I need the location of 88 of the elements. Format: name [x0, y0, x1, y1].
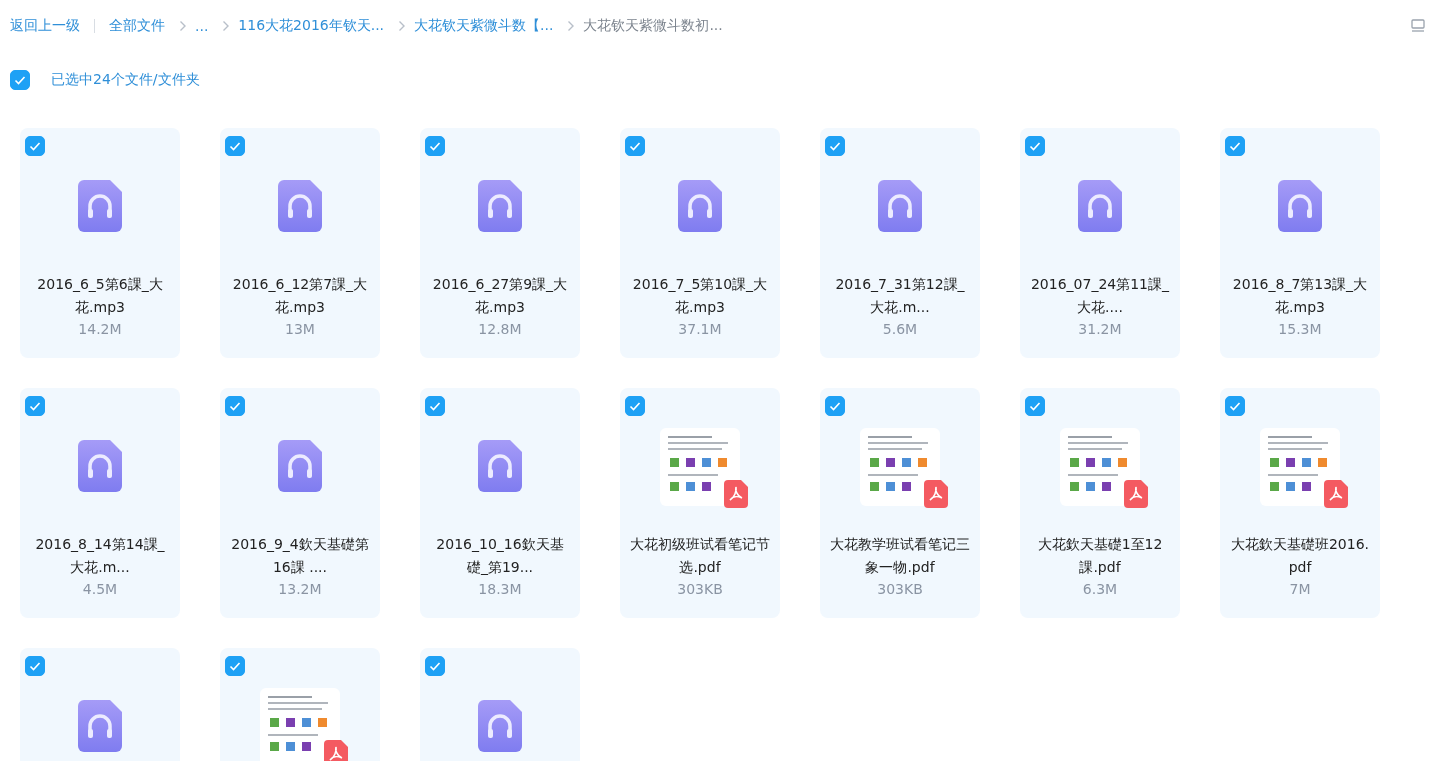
file-checkbox[interactable]	[1225, 396, 1245, 416]
file-checkbox[interactable]	[1025, 396, 1045, 416]
file-name: 2016_8_14第14課_大花.m...	[34, 535, 166, 577]
file-size: 303KB	[877, 581, 923, 597]
file-size: 13M	[285, 321, 315, 337]
file-card[interactable]: 2016_10_16欽天基礎_第19... 18.3M	[420, 388, 580, 618]
audio-file-icon	[1078, 180, 1122, 232]
pdf-icon	[1324, 480, 1348, 508]
audio-file-icon	[878, 180, 922, 232]
audio-file-icon	[78, 700, 122, 752]
selection-count: 已选中24个文件/文件夹	[51, 71, 200, 89]
file-card[interactable]: 大花初级班试看笔记节选.pdf 303KB	[620, 388, 780, 618]
file-card[interactable]: 大花欽天基礎班2016.pdf 7M	[1220, 388, 1380, 618]
file-checkbox[interactable]	[1025, 136, 1045, 156]
chevron-icon	[222, 20, 231, 32]
file-checkbox[interactable]	[425, 396, 445, 416]
file-name: 2016_7_5第10課_大花.mp3	[631, 275, 769, 317]
pdf-icon	[324, 740, 348, 761]
file-size: 5.6M	[882, 321, 918, 337]
file-card[interactable]: 2016_6_27第9課_大花.mp3 12.8M	[420, 128, 580, 358]
file-card[interactable]: 2016_7_31第12課_大花.m... 5.6M	[820, 128, 980, 358]
breadcrumb-link[interactable]: ...	[195, 18, 209, 34]
chevron-icon	[179, 20, 187, 32]
select-all-checkbox[interactable]	[10, 70, 30, 90]
file-checkbox[interactable]	[25, 656, 45, 676]
file-name: 大花欽天基礎1至12課.pdf	[1036, 535, 1164, 577]
file-card[interactable]: 2016_6_12第7課_大花.mp3 13M	[220, 128, 380, 358]
file-checkbox[interactable]	[825, 396, 845, 416]
file-checkbox[interactable]	[425, 136, 445, 156]
file-name: 2016_6_27第9課_大花.mp3	[431, 275, 569, 317]
file-size: 12.8M	[478, 321, 522, 337]
pdf-icon	[924, 480, 948, 508]
audio-file-icon	[1278, 180, 1322, 232]
breadcrumb-link[interactable]: 全部文件	[109, 17, 165, 35]
pdf-icon	[1124, 480, 1148, 508]
file-checkbox[interactable]	[625, 136, 645, 156]
file-name: 大花教学班试看笔记三象一物.pdf	[830, 535, 970, 577]
file-checkbox[interactable]	[25, 396, 45, 416]
audio-file-icon	[278, 440, 322, 492]
file-size: 4.5M	[82, 581, 118, 597]
file-checkbox[interactable]	[825, 136, 845, 156]
file-card[interactable]: 2016_07_24第11課_大花.... 31.2M	[1020, 128, 1180, 358]
audio-file-icon	[478, 180, 522, 232]
file-size: 6.3M	[1082, 581, 1118, 597]
audio-file-icon	[78, 440, 122, 492]
file-size: 15.3M	[1278, 321, 1322, 337]
file-card[interactable]: 2016_8_14第14課_大花.m... 4.5M	[20, 388, 180, 618]
file-card[interactable]: 大花欽天基礎1至12課.pdf 6.3M	[1020, 388, 1180, 618]
file-size: 18.3M	[478, 581, 522, 597]
file-size: 31.2M	[1078, 321, 1122, 337]
file-name: 大花欽天基礎班2016.pdf	[1230, 535, 1370, 577]
file-name: 2016_7_31第12課_大花.m...	[834, 275, 966, 317]
file-checkbox[interactable]	[1225, 136, 1245, 156]
file-name: 2016_07_24第11課_大花....	[1030, 275, 1170, 317]
file-name: 2016_10_16欽天基礎_第19...	[435, 535, 565, 577]
file-size: 37.1M	[678, 321, 722, 337]
chevron-icon	[567, 20, 576, 32]
file-name: 大花初级班试看笔记节选.pdf	[630, 535, 770, 577]
file-checkbox[interactable]	[25, 136, 45, 156]
file-name: 2016_8_7第13課_大花.mp3	[1231, 275, 1369, 317]
file-checkbox[interactable]	[225, 656, 245, 676]
audio-file-icon	[678, 180, 722, 232]
file-card[interactable]: 2016_7_5第10課_大花.mp3 37.1M	[620, 128, 780, 358]
pdf-icon	[724, 480, 748, 508]
file-size: 303KB	[677, 581, 723, 597]
audio-file-icon	[478, 440, 522, 492]
file-card[interactable]: 2016_9_4欽天基礎第16課 .... 13.2M	[220, 388, 380, 618]
file-checkbox[interactable]	[225, 136, 245, 156]
file-name: 2016_6_12第7課_大花.mp3	[231, 275, 369, 317]
audio-file-icon	[278, 180, 322, 232]
back-link[interactable]: 返回上一级	[10, 17, 80, 35]
chevron-icon	[398, 20, 407, 32]
audio-file-icon	[78, 180, 122, 232]
file-name: 2016_9_4欽天基礎第16課 ....	[230, 535, 370, 577]
file-card[interactable]: 大花教学班试看笔记三象一物.pdf 303KB	[820, 388, 980, 618]
file-name: 2016_6_5第6課_大花.mp3	[36, 275, 164, 317]
breadcrumb-link[interactable]: 116大花2016年钦天...	[238, 17, 385, 35]
file-size: 14.2M	[78, 321, 122, 337]
file-size: 7M	[1289, 581, 1311, 597]
file-checkbox[interactable]	[425, 656, 445, 676]
file-checkbox[interactable]	[625, 396, 645, 416]
file-size: 13.2M	[278, 581, 322, 597]
file-card[interactable]: 2016_6_5第6課_大花.mp3 14.2M	[20, 128, 180, 358]
breadcrumb-link[interactable]: 大花钦天紫微斗数【...	[414, 17, 554, 35]
list-view-icon[interactable]	[1410, 18, 1426, 34]
audio-file-icon	[478, 700, 522, 752]
file-card[interactable]: 2016_8_7第13課_大花.mp3 15.3M	[1220, 128, 1380, 358]
file-checkbox[interactable]	[225, 396, 245, 416]
